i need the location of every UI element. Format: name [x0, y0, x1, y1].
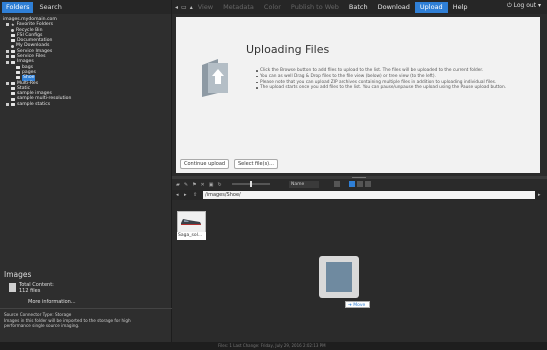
expand-icon[interactable]: [6, 102, 9, 106]
folder-icon: [11, 97, 15, 101]
expand-icon[interactable]: [6, 49, 9, 53]
recycle-icon: [11, 28, 14, 32]
tree-item-sample-statics[interactable]: sample statics: [3, 102, 168, 107]
edit-icon[interactable]: ✎: [184, 182, 188, 188]
drag-preview: [319, 256, 359, 298]
menu-help[interactable]: Help: [448, 2, 473, 13]
folder-icon[interactable]: ▰: [176, 182, 180, 188]
folder-icon: [11, 60, 15, 64]
folder-icon: [16, 65, 20, 69]
menu-metadata[interactable]: Metadata: [218, 2, 259, 13]
folder-tree: images.mydomain.com ★ Favorite Folders Re…: [0, 14, 171, 107]
folder-info-panel: Images Total Content: 112 files More inf…: [0, 266, 172, 331]
forward-icon[interactable]: ▸: [184, 192, 187, 198]
file-label: Saga_sol...: [177, 232, 206, 240]
download-icon: [11, 44, 14, 48]
left-tabs: Folders Search: [0, 0, 171, 14]
menu-color[interactable]: Color: [259, 2, 286, 13]
move-tooltip-label: Move: [353, 303, 366, 308]
collapse-left-icon[interactable]: ◂: [175, 4, 178, 11]
status-text: Files: 1 Last Change: Friday, July 29, 2…: [218, 343, 326, 348]
logout-label: Log out: [513, 2, 537, 9]
menu-download[interactable]: Download: [373, 2, 415, 13]
refresh-icon[interactable]: ↻: [217, 182, 221, 188]
power-icon: ⏻: [506, 2, 514, 9]
folder-icon: [11, 102, 15, 106]
upload-instructions: Click the Browse button to add files to …: [256, 68, 540, 91]
expand-icon[interactable]: [6, 23, 9, 27]
logout-button[interactable]: ⏻ Log out ▾: [507, 2, 541, 10]
star-icon: ★: [11, 22, 15, 28]
folder-icon: [11, 87, 15, 90]
shoe-image: [181, 219, 201, 225]
sort-select[interactable]: Name: [289, 181, 319, 188]
expand-icon[interactable]: [6, 81, 9, 85]
instruction-item: You can as well Drag & Drop files to the…: [256, 74, 540, 79]
file-view[interactable]: Saga_sol... ➔ Move: [172, 200, 547, 340]
status-bar: Files: 1 Last Change: Friday, July 29, 2…: [0, 342, 547, 350]
window-icon[interactable]: ▭: [181, 4, 187, 11]
select-files-button[interactable]: Select file(s)...: [234, 159, 278, 169]
folder-icon: [16, 71, 20, 75]
list-view-icon[interactable]: [357, 181, 363, 187]
folder-icon: [11, 55, 15, 59]
tag-icon[interactable]: ⚑: [192, 182, 196, 188]
collapse-icon[interactable]: [6, 60, 9, 64]
menu-view[interactable]: View: [193, 2, 218, 13]
folder-icon: [11, 39, 15, 43]
lock-icon[interactable]: ▣: [209, 182, 214, 188]
tree-item-label: sample statics: [17, 101, 51, 107]
folder-icon: [16, 76, 20, 80]
main-menu-bar: ◂ ▭ ▴ View Metadata Color Publish to Web…: [172, 0, 547, 14]
folder-info-text: Total Content: 112 files: [19, 282, 54, 294]
back-icon[interactable]: ◂: [176, 192, 179, 198]
upload-folder-icon: [202, 59, 228, 97]
detail-view-icon[interactable]: [365, 181, 371, 187]
source-connector-info: Source Connector Type: Storage Images in…: [0, 308, 172, 331]
upload-title: Uploading Files: [246, 43, 330, 56]
folder-info-row: Total Content: 112 files: [0, 280, 172, 296]
sort-direction-icon[interactable]: [334, 181, 340, 187]
instruction-item: Click the Browse button to add files to …: [256, 68, 540, 73]
tab-search[interactable]: Search: [35, 2, 65, 13]
path-bar: ◂ ▸ ⇧ /images/Shoe/ ▸: [172, 190, 547, 200]
thumbnail-size-slider[interactable]: [232, 181, 270, 187]
document-icon: [9, 283, 16, 292]
menu-batch[interactable]: Batch: [344, 2, 373, 13]
expand-icon[interactable]: [6, 55, 9, 59]
more-information-link[interactable]: More information...: [0, 296, 172, 306]
instruction-item: The upload starts once you add files to …: [256, 85, 540, 90]
menu-upload[interactable]: Upload: [414, 1, 448, 13]
menu-publish[interactable]: Publish to Web: [286, 2, 344, 13]
path-input[interactable]: /images/Shoe/: [203, 191, 535, 199]
move-tooltip: ➔ Move: [345, 301, 370, 308]
folder-icon: [11, 92, 15, 96]
folder-info-title: Images: [4, 270, 32, 279]
total-content-value: 112 files: [19, 288, 41, 295]
left-panel: Folders Search images.mydomain.com ★ Favo…: [0, 0, 172, 350]
continue-upload-button[interactable]: Continue upload: [180, 159, 230, 169]
folder-icon: [11, 49, 15, 53]
grid-view-icon[interactable]: [349, 181, 355, 187]
tab-folders[interactable]: Folders: [2, 1, 34, 13]
delete-icon[interactable]: ✕: [201, 182, 205, 188]
folder-icon: [11, 34, 15, 38]
upload-panel: Uploading Files Click the Browse button …: [176, 17, 540, 173]
dragged-file-icon: [326, 262, 352, 292]
slider-knob[interactable]: [250, 181, 252, 187]
up-folder-icon[interactable]: ⇧: [193, 192, 197, 198]
source-desc-2: performance single source imaging.: [4, 322, 80, 328]
go-icon[interactable]: ▸: [538, 192, 541, 198]
folder-icon: [11, 81, 15, 85]
splitter-grip[interactable]: [352, 177, 366, 178]
